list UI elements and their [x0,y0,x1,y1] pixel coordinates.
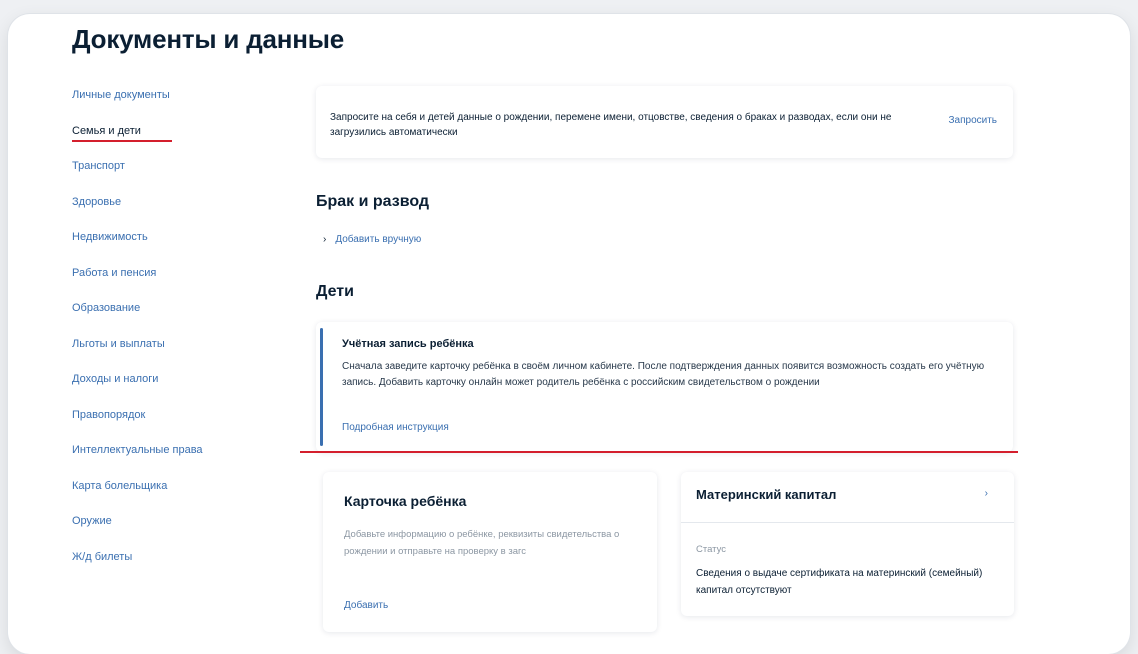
detailed-instructions-link[interactable]: Подробная инструкция [342,422,449,433]
sidebar-item-law-order[interactable]: Правопорядок [72,406,272,442]
divider [681,522,1014,523]
child-card-description: Добавьте информацию о ребёнке, реквизиты… [344,529,620,557]
sidebar-item-transport[interactable]: Транспорт [72,157,272,193]
child-card-title: Карточка ребёнка [344,493,467,509]
active-item-underline [72,140,172,142]
sidebar: Личные документы Семья и дети Транспорт … [72,86,272,583]
chevron-right-icon[interactable]: › [985,488,988,499]
child-card: Карточка ребёнка Добавьте информацию о р… [323,472,657,632]
request-data-text: Запросите на себя и детей данные о рожде… [330,112,892,138]
add-manually-link[interactable]: › Добавить вручную [323,234,421,245]
maternity-capital-title: Материнский капитал [696,487,837,502]
request-button[interactable]: Запросить [948,115,997,126]
status-label: Статус [696,544,727,555]
child-account-card: Учётная запись ребёнка Сначала заведите … [316,322,1013,452]
sidebar-item-work-pension[interactable]: Работа и пенсия [72,264,272,300]
sidebar-item-fan-card[interactable]: Карта болельщика [72,477,272,513]
info-accent-stripe [320,328,323,446]
sidebar-item-real-estate[interactable]: Недвижимость [72,228,272,264]
sidebar-item-weapons[interactable]: Оружие [72,512,272,548]
annotation-underline [300,451,1018,453]
child-account-title: Учётная запись ребёнка [342,338,474,350]
children-section-title: Дети [316,283,354,300]
sidebar-item-health[interactable]: Здоровье [72,193,272,229]
sidebar-item-rail-tickets[interactable]: Ж/д билеты [72,548,272,584]
status-value: Сведения о выдаче сертификата на материн… [696,568,983,596]
add-child-link[interactable]: Добавить [344,600,388,611]
child-account-text: Сначала заведите карточку ребёнка в своё… [342,361,985,388]
chevron-right-icon: › [323,234,327,245]
sidebar-item-personal-docs[interactable]: Личные документы [72,86,272,122]
sidebar-item-income-taxes[interactable]: Доходы и налоги [72,370,272,406]
maternity-capital-card[interactable]: Материнский капитал › Статус Сведения о … [681,472,1014,616]
sidebar-item-education[interactable]: Образование [72,299,272,335]
page-title: Документы и данные [72,24,345,54]
request-data-card: Запросите на себя и детей данные о рожде… [316,86,1013,158]
sidebar-item-benefits[interactable]: Льготы и выплаты [72,335,272,371]
add-manually-label: Добавить вручную [335,234,422,245]
sidebar-item-ip-rights[interactable]: Интеллектуальные права [72,441,272,477]
marriage-section-title: Брак и развод [316,193,430,210]
